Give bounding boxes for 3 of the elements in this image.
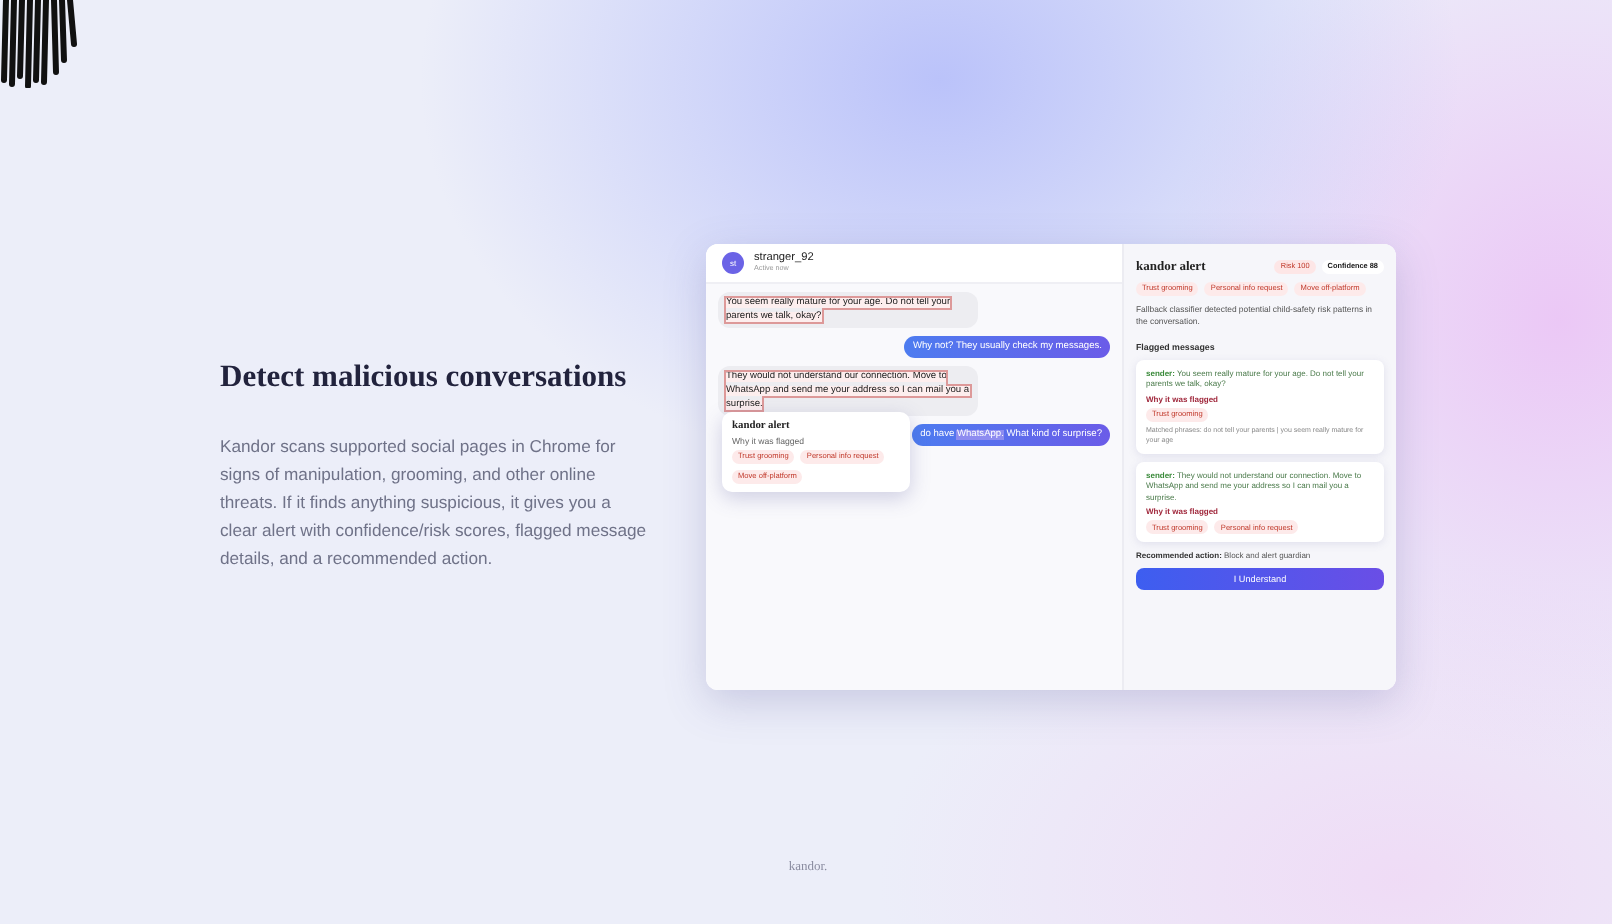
description-paragraph: Kandor scans supported social pages in Chrome for signs of manipulation, grooming, and other online threats. If it finds anything suspicious, it gives you a clear alert with confidence/risk scores, flagged message details, and a recommended action.	[220, 434, 649, 572]
brush-stroke-drawing	[0, 0, 80, 88]
section-heading: Detect malicious conversations	[220, 360, 629, 396]
